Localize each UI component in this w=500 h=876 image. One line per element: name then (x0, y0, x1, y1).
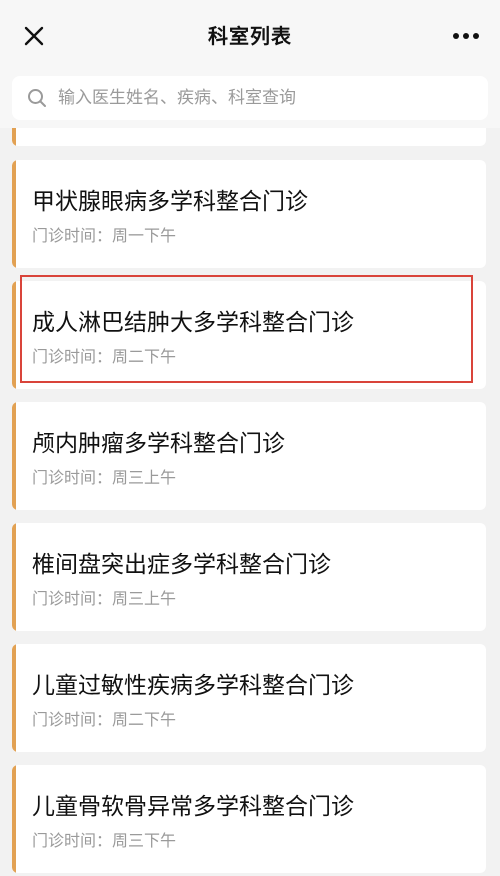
department-card[interactable]: 成人淋巴结肿大多学科整合门诊 门诊时间：周二下午 (12, 281, 486, 389)
card-accent (12, 644, 16, 752)
department-name: 儿童过敏性疾病多学科整合门诊 (32, 673, 354, 699)
search-icon (28, 89, 46, 107)
search-bar-container (0, 70, 500, 128)
department-card[interactable]: 椎间盘突出症多学科整合门诊 门诊时间：周三上午 (12, 523, 486, 631)
search-input[interactable] (56, 87, 480, 109)
more-icon (453, 33, 479, 39)
department-name: 儿童骨软骨异常多学科整合门诊 (32, 794, 354, 820)
page-title: 科室列表 (208, 24, 292, 48)
card-accent (12, 523, 16, 631)
clinic-time: 门诊时间：周三上午 (32, 589, 177, 608)
department-card[interactable]: 儿童过敏性疾病多学科整合门诊 门诊时间：周二下午 (12, 644, 486, 752)
more-options-button[interactable] (444, 22, 488, 50)
department-card-partial[interactable] (12, 128, 486, 146)
department-card[interactable]: 甲状腺眼病多学科整合门诊 门诊时间：周一下午 (12, 160, 486, 268)
department-name: 甲状腺眼病多学科整合门诊 (32, 189, 308, 215)
card-accent (12, 160, 16, 268)
search-bar[interactable] (12, 76, 488, 120)
clinic-time: 门诊时间：周二下午 (32, 347, 177, 366)
clinic-time: 门诊时间：周三下午 (32, 831, 177, 850)
department-list: 甲状腺眼病多学科整合门诊 门诊时间：周一下午 成人淋巴结肿大多学科整合门诊 门诊… (0, 128, 500, 876)
clinic-time: 门诊时间：周二下午 (32, 710, 177, 729)
card-accent (12, 765, 16, 873)
department-name: 颅内肿瘤多学科整合门诊 (32, 431, 285, 457)
card-accent (12, 281, 16, 389)
clinic-time: 门诊时间：周三上午 (32, 468, 177, 487)
department-card[interactable]: 颅内肿瘤多学科整合门诊 门诊时间：周三上午 (12, 402, 486, 510)
card-accent (12, 402, 16, 510)
top-bar: 科室列表 (0, 0, 500, 70)
card-accent (12, 128, 16, 146)
department-card[interactable]: 儿童骨软骨异常多学科整合门诊 门诊时间：周三下午 (12, 765, 486, 873)
clinic-time: 门诊时间：周一下午 (32, 226, 177, 245)
department-name: 成人淋巴结肿大多学科整合门诊 (32, 310, 354, 336)
department-name: 椎间盘突出症多学科整合门诊 (32, 552, 331, 578)
